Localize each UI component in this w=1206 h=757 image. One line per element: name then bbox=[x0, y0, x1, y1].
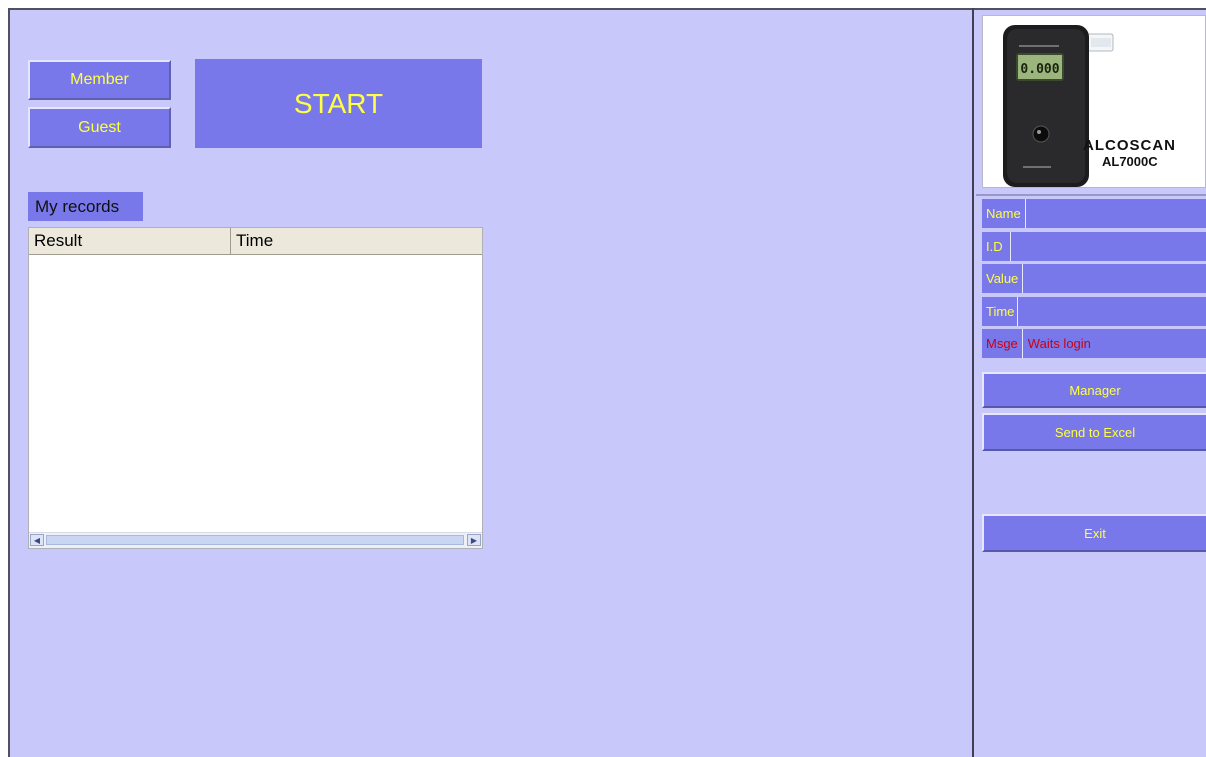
id-label: I.D bbox=[982, 232, 1011, 261]
scroll-left-icon[interactable]: ◀ bbox=[30, 534, 44, 546]
exit-button[interactable]: Exit bbox=[982, 514, 1206, 552]
time-value bbox=[1018, 297, 1023, 326]
records-table[interactable]: Result Time ◀ ▶ bbox=[28, 227, 483, 549]
time-row: Time bbox=[982, 297, 1206, 326]
id-value bbox=[1011, 232, 1016, 261]
value-value bbox=[1023, 264, 1028, 293]
message-row: Msge Waits login bbox=[982, 329, 1206, 358]
message-label: Msge bbox=[982, 329, 1023, 358]
manager-button[interactable]: Manager bbox=[982, 372, 1206, 408]
scroll-right-icon[interactable]: ▶ bbox=[467, 534, 481, 546]
svg-text:0.000: 0.000 bbox=[1020, 62, 1059, 77]
info-separator bbox=[976, 194, 1206, 196]
value-row: Value bbox=[982, 264, 1206, 293]
message-value: Waits login bbox=[1027, 336, 1091, 351]
device-brand: ALCOSCAN bbox=[1083, 137, 1176, 154]
scrollbar-thumb[interactable] bbox=[46, 535, 464, 545]
name-value bbox=[1026, 199, 1031, 228]
name-label: Name bbox=[982, 199, 1026, 228]
guest-button[interactable]: Guest bbox=[28, 107, 171, 148]
breathalyzer-device-icon: 0.000 bbox=[1003, 25, 1114, 187]
my-records-label: My records bbox=[28, 192, 143, 221]
start-button[interactable]: START bbox=[195, 59, 482, 148]
device-model: AL7000C bbox=[1102, 154, 1158, 169]
value-label: Value bbox=[982, 264, 1024, 293]
breathalyzer-image: 0.000 ALCOSCAN AL7000C bbox=[982, 15, 1206, 188]
send-to-excel-button[interactable]: Send to Excel bbox=[982, 413, 1206, 451]
panel-divider bbox=[972, 8, 974, 757]
column-header-time[interactable]: Time bbox=[231, 228, 482, 254]
column-header-result[interactable]: Result bbox=[29, 228, 231, 254]
horizontal-scrollbar[interactable]: ◀ ▶ bbox=[29, 532, 482, 548]
records-table-header: Result Time bbox=[29, 228, 482, 255]
id-row: I.D bbox=[982, 232, 1206, 261]
name-row: Name bbox=[982, 199, 1206, 228]
member-button[interactable]: Member bbox=[28, 60, 171, 100]
time-label: Time bbox=[982, 297, 1018, 326]
